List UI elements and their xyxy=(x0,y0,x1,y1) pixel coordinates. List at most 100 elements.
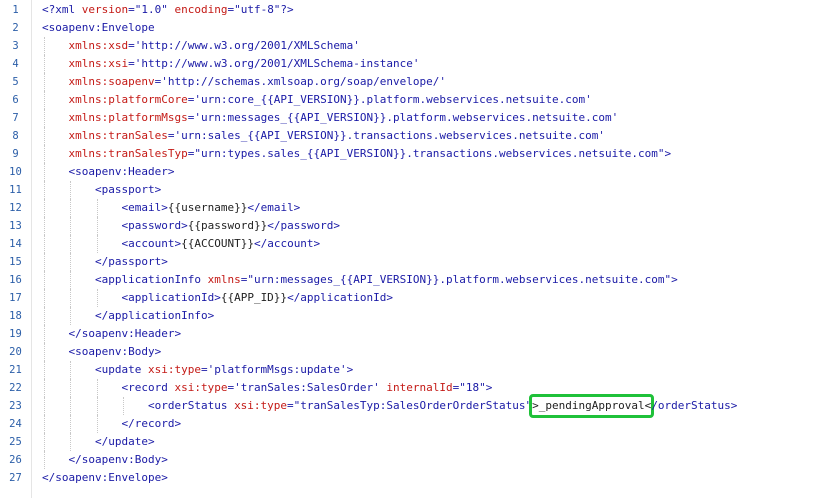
code-line[interactable]: <applicationId>{{APP_ID}}</applicationId… xyxy=(32,289,821,307)
code-token: xmlns:soapenv xyxy=(68,75,155,88)
code-line[interactable]: </soapenv:Body> xyxy=(32,451,821,469)
code-line[interactable]: </soapenv:Envelope> xyxy=(32,469,821,487)
code-line[interactable]: </passport> xyxy=(32,253,821,271)
code-line[interactable]: xmlns:platformCore='urn:core_{{API_VERSI… xyxy=(32,91,821,109)
code-token: ='http://www.w3.org/2001/XMLSchema' xyxy=(128,39,360,52)
code-line[interactable]: xmlns:tranSales='urn:sales_{{API_VERSION… xyxy=(32,127,821,145)
code-token: ='urn:messages_{{API_VERSION}}.platform.… xyxy=(187,111,619,124)
code-token: <password> xyxy=(121,219,188,232)
code-token: ="tranSalesTyp:SalesOrderOrderStatus" xyxy=(287,399,533,412)
code-token: ="1.0" xyxy=(128,3,175,16)
code-token: xmlns:xsi xyxy=(68,57,129,70)
code-line[interactable]: xmlns:platformMsgs='urn:messages_{{API_V… xyxy=(32,109,821,127)
code-text: </update> xyxy=(42,433,821,451)
code-token: xsi:type xyxy=(234,399,288,412)
code-line[interactable]: </update> xyxy=(32,433,821,451)
code-token: ="utf-8"?> xyxy=(227,3,294,16)
code-line[interactable]: <password>{{password}}</password> xyxy=(32,217,821,235)
code-text: <orderStatus xsi:type="tranSalesTyp:Sale… xyxy=(42,394,821,418)
code-line[interactable]: <applicationInfo xmlns="urn:messages_{{A… xyxy=(32,271,821,289)
code-token: <soapenv:Body> xyxy=(68,345,162,358)
code-token: ="18"> xyxy=(452,381,493,394)
code-line[interactable]: <soapenv:Body> xyxy=(32,343,821,361)
line-number: 24 xyxy=(9,418,22,430)
code-line[interactable]: xmlns:xsd='http://www.w3.org/2001/XMLSch… xyxy=(32,37,821,55)
code-token: <update xyxy=(94,363,148,376)
code-token: {{password}} xyxy=(187,219,268,232)
code-line[interactable]: <passport> xyxy=(32,181,821,199)
code-token: xmlns xyxy=(207,273,241,286)
code-line[interactable]: <soapenv:Header> xyxy=(32,163,821,181)
code-token: <account> xyxy=(121,237,182,250)
code-token: ='urn:sales_{{API_VERSION}}.transactions… xyxy=(167,129,605,142)
code-text: </passport> xyxy=(42,253,821,271)
code-text: <applicationInfo xmlns="urn:messages_{{A… xyxy=(42,271,821,289)
code-line[interactable]: <email>{{username}}</email> xyxy=(32,199,821,217)
code-token: <email> xyxy=(121,201,168,214)
line-number: 5 xyxy=(12,76,19,88)
code-line[interactable]: <soapenv:Envelope xyxy=(32,19,821,37)
code-text: xmlns:platformMsgs='urn:messages_{{API_V… xyxy=(42,109,821,127)
code-line[interactable]: xmlns:xsi='http://www.w3.org/2001/XMLSch… xyxy=(32,55,821,73)
code-token: <passport> xyxy=(94,183,162,196)
code-token: </update> xyxy=(94,435,155,448)
code-token: <record xyxy=(121,381,175,394)
code-line[interactable]: <?xml version="1.0" encoding="utf-8"?> xyxy=(32,1,821,19)
code-text: xmlns:tranSalesTyp="urn:types.sales_{{AP… xyxy=(42,145,821,163)
code-area[interactable]: <?xml version="1.0" encoding="utf-8"?> <s… xyxy=(31,0,821,498)
code-token: </soapenv:Body> xyxy=(68,453,168,466)
code-line[interactable]: <update xsi:type='platformMsgs:update'> xyxy=(32,361,821,379)
line-number: 4 xyxy=(12,58,19,70)
code-line[interactable]: xmlns:tranSalesTyp="urn:types.sales_{{AP… xyxy=(32,145,821,163)
code-text: <password>{{password}}</password> xyxy=(42,217,821,235)
code-token: <soapenv:Header> xyxy=(68,165,175,178)
line-number: 2 xyxy=(12,22,19,34)
code-text: xmlns:platformCore='urn:core_{{API_VERSI… xyxy=(42,91,821,109)
highlighted-order-status-value: >_pendingApproval< xyxy=(529,394,655,418)
code-line[interactable]: </applicationInfo> xyxy=(32,307,821,325)
code-token: {{ACCOUNT}} xyxy=(181,237,254,250)
code-text: xmlns:xsd='http://www.w3.org/2001/XMLSch… xyxy=(42,37,821,55)
code-token: xsi:type xyxy=(174,381,228,394)
code-line[interactable]: </record> xyxy=(32,415,821,433)
code-line[interactable]: xmlns:soapenv='http://schemas.xmlsoap.or… xyxy=(32,73,821,91)
code-line[interactable]: <orderStatus xsi:type="tranSalesTyp:Sale… xyxy=(32,394,821,418)
code-token: ='tranSales:SalesOrder' xyxy=(227,381,387,394)
code-token: xmlns:xsd xyxy=(68,39,129,52)
xml-code-editor[interactable]: 1 2 3 4 5 6 7 8 9 10 11 12 13 14 15 16 17 18 19 20 21 22 23 24 2… xyxy=(0,0,821,498)
code-text: </soapenv:Body> xyxy=(42,451,821,469)
code-token: <?xml xyxy=(42,3,82,16)
code-token: ='urn:core_{{API_VERSION}}.platform.webs… xyxy=(187,93,592,106)
code-token: ="urn:messages_{{API_VERSION}}.platform.… xyxy=(240,273,678,286)
code-line[interactable]: <record xsi:type='tranSales:SalesOrder' … xyxy=(32,379,821,397)
code-text: </soapenv:Header> xyxy=(42,325,821,343)
code-token: xmlns:platformMsgs xyxy=(68,111,188,124)
code-token: {{APP_ID}} xyxy=(220,291,288,304)
line-number: 26 xyxy=(9,454,22,466)
code-text: <applicationId>{{APP_ID}}</applicationId… xyxy=(42,289,821,307)
line-number: 21 xyxy=(9,364,22,376)
code-text: </applicationInfo> xyxy=(42,307,821,325)
code-token: </password> xyxy=(267,219,341,232)
code-line[interactable]: </soapenv:Header> xyxy=(32,325,821,343)
code-line[interactable]: <account>{{ACCOUNT}}</account> xyxy=(32,235,821,253)
line-number: 14 xyxy=(9,238,22,250)
line-number: 19 xyxy=(9,328,22,340)
code-text: <passport> xyxy=(42,181,821,199)
code-token: <applicationId> xyxy=(121,291,221,304)
code-token: ='http://www.w3.org/2001/XMLSchema-insta… xyxy=(128,57,420,70)
line-number: 7 xyxy=(12,112,19,124)
